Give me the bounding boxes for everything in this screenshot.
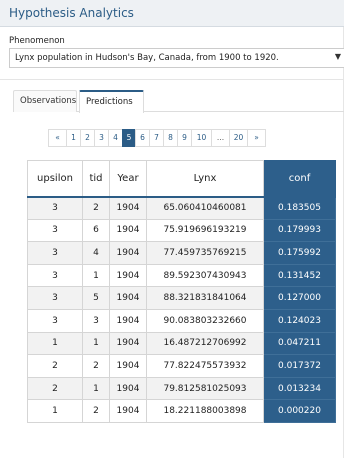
cell-conf: 0.013234	[263, 376, 336, 401]
cell-year: 1904	[109, 331, 147, 356]
page-6[interactable]: 6	[135, 129, 150, 147]
cell-year: 1904	[109, 354, 147, 378]
cell-lynx: 88.321831841064	[146, 286, 264, 310]
table-header-row: upsilon tid Year Lynx conf	[27, 160, 336, 198]
cell-upsilon: 1	[27, 331, 83, 356]
cell-upsilon: 2	[27, 354, 83, 378]
cell-year: 1904	[109, 308, 147, 333]
col-header-year[interactable]: Year	[109, 160, 147, 198]
cell-year: 1904	[109, 263, 147, 288]
cell-conf: 0.131452	[263, 263, 336, 288]
cell-tid: 6	[82, 218, 110, 243]
cell-lynx: 90.083803232660	[146, 308, 264, 333]
predictions-table: upsilon tid Year Lynx conf 3 2 1904 65.0604…	[27, 160, 336, 423]
cell-tid: 2	[82, 399, 110, 423]
col-header-conf[interactable]: conf	[263, 160, 336, 198]
page-2[interactable]: 2	[80, 129, 95, 147]
phenomenon-label: Phenomenon	[9, 36, 65, 46]
cell-year: 1904	[109, 196, 147, 220]
table-row[interactable]: 3 4 1904 77.459735769215 0.175992	[27, 241, 336, 265]
table-row[interactable]: 3 1 1904 89.592307430943 0.131452	[27, 263, 336, 288]
cell-year: 1904	[109, 218, 147, 243]
page-3[interactable]: 3	[94, 129, 109, 147]
cell-upsilon: 2	[27, 376, 83, 401]
cell-tid: 1	[82, 331, 110, 356]
page-next-button[interactable]: »	[247, 129, 266, 147]
cell-upsilon: 1	[27, 399, 83, 423]
cell-tid: 2	[82, 354, 110, 378]
pagination: «1 2 3 4 5 6 7 8 9 10... 20»	[48, 129, 266, 147]
cell-conf: 0.000220	[263, 399, 336, 423]
cell-lynx: 16.487212706992	[146, 331, 264, 356]
table-row[interactable]: 3 5 1904 88.321831841064 0.127000	[27, 286, 336, 310]
cell-lynx: 89.592307430943	[146, 263, 264, 288]
table-row[interactable]: 2 1 1904 79.812581025093 0.013234	[27, 376, 336, 401]
cell-upsilon: 3	[27, 218, 83, 243]
col-header-tid[interactable]: tid	[82, 160, 110, 198]
cell-year: 1904	[109, 286, 147, 310]
cell-conf: 0.127000	[263, 286, 336, 310]
cell-upsilon: 3	[27, 286, 83, 310]
cell-conf: 0.017372	[263, 354, 336, 378]
cell-year: 1904	[109, 376, 147, 401]
page-1[interactable]: 1	[66, 129, 81, 147]
cell-lynx: 18.221188003898	[146, 399, 264, 423]
page-8[interactable]: 8	[163, 129, 178, 147]
cell-conf: 0.183505	[263, 196, 336, 220]
page-5[interactable]: 5	[122, 129, 136, 147]
cell-lynx: 75.919696193219	[146, 218, 264, 243]
table-row[interactable]: 2 2 1904 77.822475573932 0.017372	[27, 354, 336, 378]
page-20[interactable]: 20	[229, 129, 248, 147]
cell-upsilon: 3	[27, 308, 83, 333]
cell-conf: 0.179993	[263, 218, 336, 243]
phenomenon-selected-value: Lynx population in Hudson's Bay, Canada,…	[15, 53, 279, 63]
tab-bar: Observations Predictions	[13, 90, 344, 113]
caret-down-icon: ▼	[334, 52, 341, 61]
table-row[interactable]: 3 2 1904 65.060410460081 0.183505	[27, 196, 336, 220]
cell-conf: 0.175992	[263, 241, 336, 265]
cell-conf: 0.124023	[263, 308, 336, 333]
page-10[interactable]: 10	[191, 129, 212, 147]
cell-year: 1904	[109, 241, 147, 265]
panel-title: Hypothesis Analytics	[0, 0, 344, 27]
cell-lynx: 77.459735769215	[146, 241, 264, 265]
cell-tid: 1	[82, 263, 110, 288]
table-row[interactable]: 3 6 1904 75.919696193219 0.179993	[27, 218, 336, 243]
cell-lynx: 77.822475573932	[146, 354, 264, 378]
tab-predictions[interactable]: Predictions	[79, 90, 144, 113]
cell-conf: 0.047211	[263, 331, 336, 356]
page-prev-button[interactable]: «	[48, 129, 67, 147]
col-header-upsilon[interactable]: upsilon	[27, 160, 83, 198]
cell-year: 1904	[109, 399, 147, 423]
page-7[interactable]: 7	[149, 129, 164, 147]
analytics-panel: Hypothesis Analytics Phenomenon Lynx pop…	[0, 0, 344, 458]
table-row[interactable]: 1 1 1904 16.487212706992 0.047211	[27, 331, 336, 356]
phenomenon-select[interactable]: Lynx population in Hudson's Bay, Canada,…	[9, 48, 344, 68]
cell-tid: 2	[82, 196, 110, 220]
cell-upsilon: 3	[27, 263, 83, 288]
cell-upsilon: 3	[27, 196, 83, 220]
cell-tid: 3	[82, 308, 110, 333]
col-header-lynx[interactable]: Lynx	[146, 160, 264, 198]
tab-observations[interactable]: Observations	[13, 90, 77, 112]
cell-tid: 1	[82, 376, 110, 401]
table-row[interactable]: 1 2 1904 18.221188003898 0.000220	[27, 399, 336, 423]
page-ellipsis: ...	[211, 129, 230, 147]
divider	[0, 79, 344, 80]
table-row[interactable]: 3 3 1904 90.083803232660 0.124023	[27, 308, 336, 333]
cell-lynx: 65.060410460081	[146, 196, 264, 220]
page-4[interactable]: 4	[108, 129, 123, 147]
table-body: 3 2 1904 65.060410460081 0.183505 3 6 1904 75.91…	[27, 196, 336, 423]
cell-lynx: 79.812581025093	[146, 376, 264, 401]
cell-tid: 4	[82, 241, 110, 265]
page-9[interactable]: 9	[177, 129, 192, 147]
cell-upsilon: 3	[27, 241, 83, 265]
cell-tid: 5	[82, 286, 110, 310]
